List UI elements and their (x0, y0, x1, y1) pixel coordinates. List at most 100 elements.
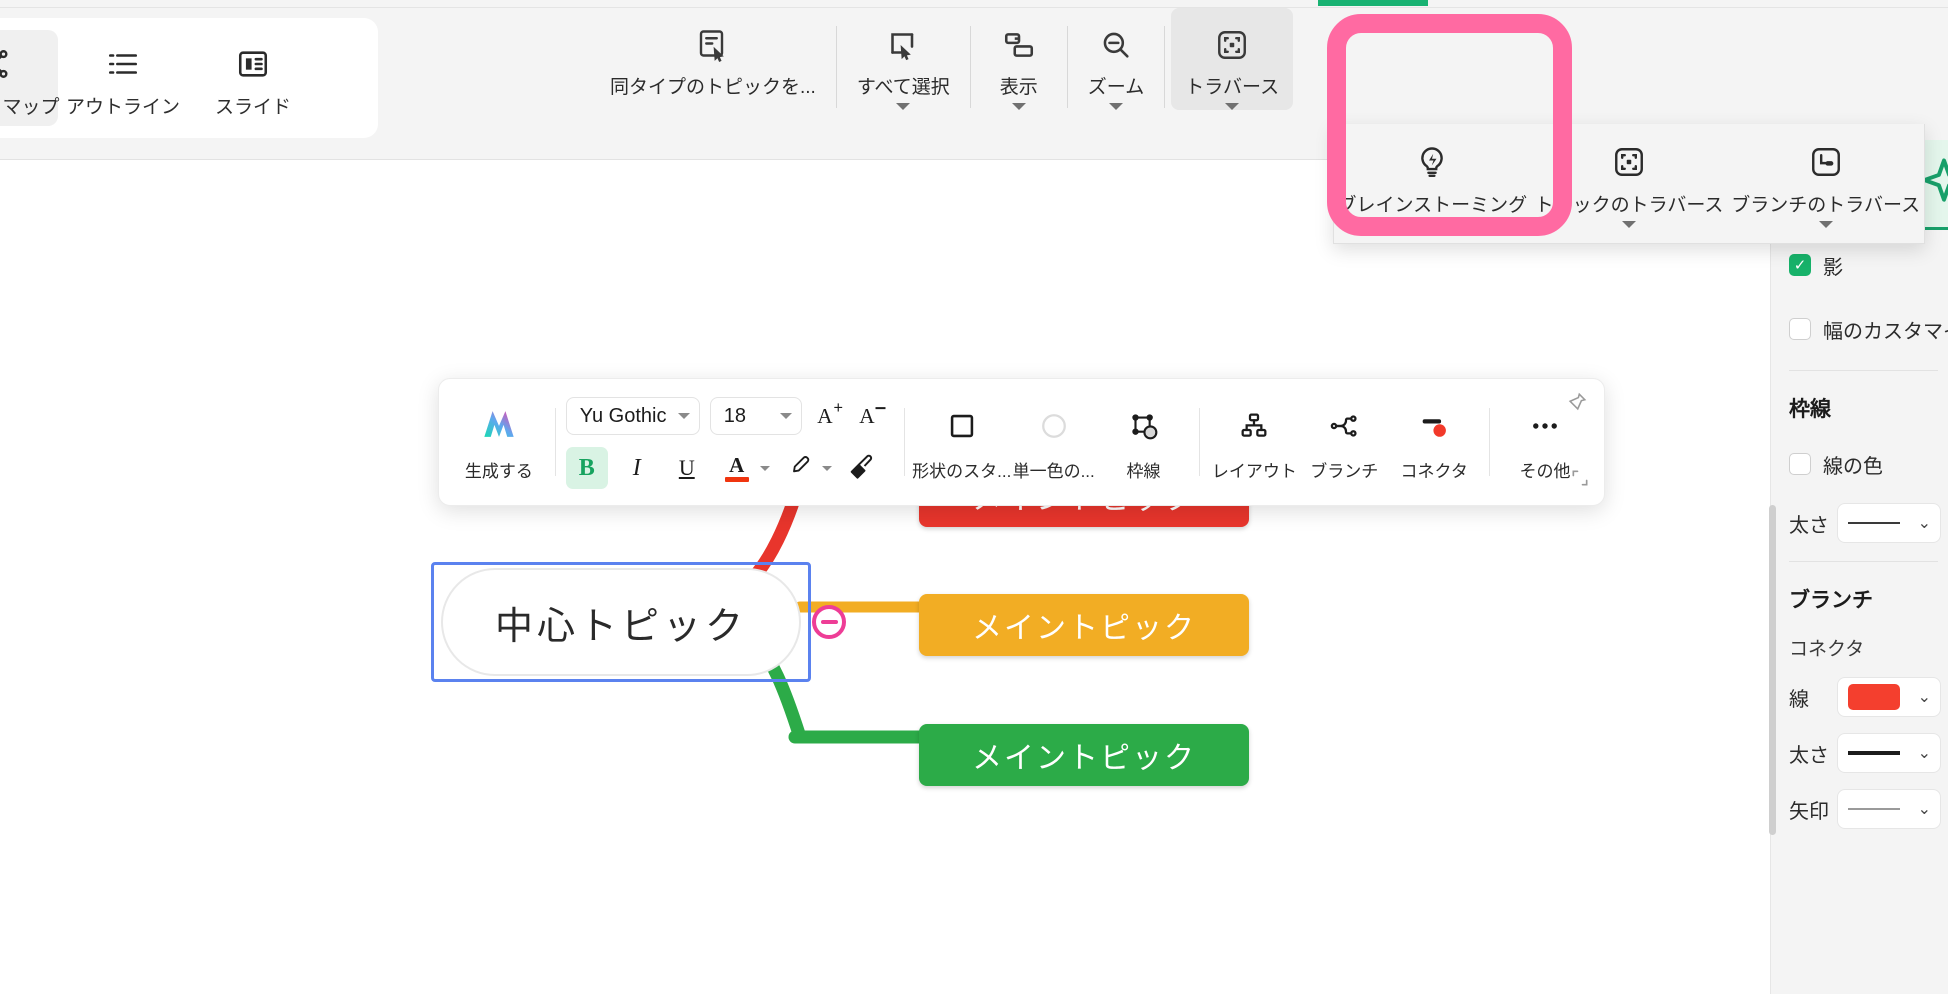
lightbulb-icon (1414, 142, 1450, 182)
traverse-icon (1215, 24, 1249, 66)
check-icon: ✓ (1793, 256, 1807, 274)
ribbon-divider (1164, 26, 1166, 108)
line-preview (1848, 751, 1900, 755)
view-mode-group: マインドマップ アウトライン スライド (0, 18, 378, 138)
outline-icon (106, 44, 140, 84)
menu-item-label: トピックのトラバース (1534, 195, 1724, 216)
command-select-all[interactable]: すべて選択 (843, 8, 964, 110)
view-mode-mindmap[interactable]: マインドマップ (0, 30, 60, 126)
chevron-down-icon[interactable] (1818, 221, 1833, 228)
pin-icon[interactable] (1566, 391, 1588, 418)
toolbar-divider (1489, 408, 1491, 476)
checkbox[interactable] (1789, 318, 1811, 340)
field-border-thickness: 太さ ⌄ (1789, 503, 1948, 543)
view-mode-slide[interactable]: スライド (188, 30, 318, 126)
topic-node[interactable]: メイントピック (919, 594, 1249, 656)
tool-label: その他 (1519, 461, 1571, 481)
command-traverse[interactable]: トラバース (1171, 8, 1294, 110)
toolbar-divider (903, 408, 905, 476)
topic-node[interactable]: メイントピック (919, 724, 1249, 786)
connector-button[interactable]: コネクタ (1389, 379, 1479, 505)
font-family-select[interactable]: Yu Gothic (565, 397, 700, 435)
branch-button[interactable]: ブランチ (1299, 379, 1389, 505)
checkbox-label: 線の色 (1823, 455, 1883, 478)
underline-button[interactable]: U (666, 447, 708, 489)
checkbox-row-custom-width[interactable]: 幅のカスタマイズ (1789, 306, 1948, 352)
checkbox-row-line-color[interactable]: 線の色 (1789, 441, 1948, 487)
checkbox[interactable]: ✓ (1789, 254, 1811, 276)
command-label: 同タイプのトピックを... (610, 77, 816, 98)
command-select-same-type[interactable]: 同タイプのトピックを... (596, 8, 830, 99)
traverse-group-label: トラバース (1398, 217, 1493, 238)
branch-arrow-select[interactable]: ⌄ (1837, 789, 1941, 829)
checkbox[interactable] (1789, 453, 1811, 475)
branch-line-color-select[interactable]: ⌄ (1837, 677, 1941, 717)
menu-item-traverse-branch[interactable]: ブランチのトラバース (1727, 134, 1924, 243)
font-color-button[interactable]: A (716, 447, 758, 489)
checkbox-label: 幅のカスタマイズ (1823, 320, 1948, 343)
tool-label: コネクタ (1400, 461, 1468, 481)
selection-outline (431, 562, 811, 682)
ai-generate-button[interactable]: 生成する (453, 379, 545, 505)
resize-handle-icon[interactable] (1570, 468, 1590, 493)
menu-item-traverse-topic[interactable]: トピックのトラバース (1531, 134, 1728, 243)
bold-button[interactable]: B (565, 447, 608, 489)
clear-format-button[interactable] (840, 447, 882, 489)
mindmap-icon (0, 44, 10, 84)
decrease-font-size-button[interactable]: A (852, 395, 894, 437)
layout-button[interactable]: レイアウト (1209, 379, 1299, 505)
chevron-down-icon[interactable] (821, 465, 832, 471)
view-mode-outline[interactable]: アウトライン (58, 30, 188, 126)
toolbar-divider (1198, 408, 1200, 476)
canvas-scrollbar[interactable] (1769, 505, 1776, 835)
command-zoom[interactable]: ズーム (1074, 8, 1158, 110)
increase-font-size-button[interactable]: A + (810, 395, 852, 437)
command-display[interactable]: 表示 (977, 8, 1061, 110)
italic-label: I (632, 454, 641, 481)
font-family-value: Yu Gothic (579, 404, 667, 427)
font-size-select[interactable]: 18 (709, 397, 802, 435)
menu-item-label: ブランチのトラバース (1731, 195, 1921, 216)
command-label: すべて選択 (856, 77, 950, 98)
italic-button[interactable]: I (616, 447, 658, 489)
chevron-down-icon[interactable] (896, 103, 911, 110)
branch-thickness-select[interactable]: ⌄ (1837, 733, 1941, 773)
chevron-down-icon (779, 413, 792, 419)
layout-icon (1238, 403, 1270, 449)
shape-style-button[interactable]: 形状のスタ... (912, 379, 1011, 505)
branch-connectors (733, 473, 932, 744)
chevron-down-icon: ⌄ (1917, 515, 1931, 532)
chevron-down-icon[interactable] (1225, 103, 1240, 110)
font-color-swatch (724, 476, 749, 482)
toolbar-divider (554, 408, 556, 476)
solid-fill-button[interactable]: 単一色の... (1009, 379, 1099, 505)
section-divider (1789, 561, 1938, 562)
chevron-down-icon[interactable] (1108, 103, 1123, 110)
highlight-button[interactable] (778, 447, 820, 489)
checkbox-label: 影 (1823, 256, 1843, 279)
ai-logo-icon (477, 402, 521, 451)
border-thickness-select[interactable]: ⌄ (1837, 503, 1941, 543)
command-label: 表示 (999, 77, 1038, 98)
ribbon-title-strip (0, 0, 1948, 8)
border-button[interactable]: 枠線 (1099, 379, 1189, 505)
slide-icon (236, 44, 270, 84)
chevron-down-icon[interactable] (1011, 103, 1026, 110)
font-color-label: A (729, 452, 745, 477)
view-mode-label: マインドマップ (0, 97, 60, 118)
display-icon (1002, 24, 1036, 66)
view-mode-label: スライド (214, 97, 291, 118)
checkbox-row-shadow[interactable]: ✓ 影 (1789, 242, 1948, 288)
tool-label: ブランチ (1310, 461, 1379, 481)
collapse-minus-icon[interactable] (812, 605, 846, 639)
more-icon (1528, 403, 1562, 449)
ribbon-divider (1066, 26, 1068, 108)
chevron-down-icon (677, 413, 690, 419)
branch-icon (1328, 403, 1360, 449)
command-label: ズーム (1087, 77, 1145, 98)
chevron-down-icon[interactable] (1622, 221, 1636, 228)
chevron-down-icon[interactable] (759, 465, 770, 471)
chevron-down-icon: ⌄ (1917, 745, 1931, 762)
section-divider (1789, 370, 1938, 371)
mindmap-canvas[interactable] (0, 160, 1770, 994)
